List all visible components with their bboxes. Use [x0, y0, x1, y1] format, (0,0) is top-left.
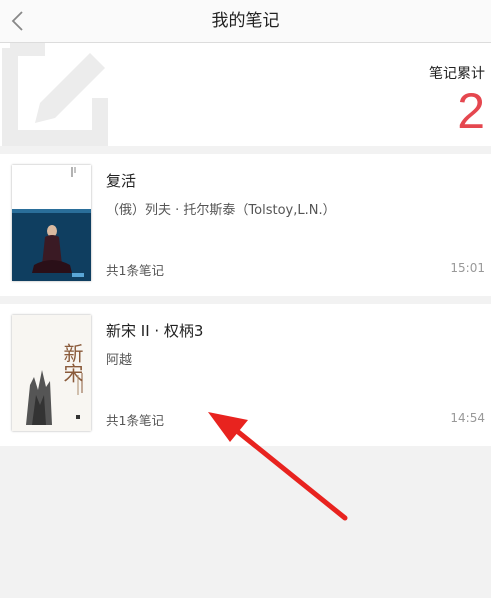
book-item[interactable]: 复活 （俄）列夫 · 托尔斯泰（Tolstoy,L.N.） 共1条笔记 15:0… [0, 154, 491, 296]
book-author: 阿越 [106, 353, 133, 368]
nav-bar: 我的笔记 [0, 0, 491, 43]
notes-total-label: 笔记累计 [429, 66, 485, 82]
book-title: 复活 [106, 172, 137, 190]
book-cover [12, 165, 91, 281]
book-author: （俄）列夫 · 托尔斯泰（Tolstoy,L.N.） [106, 203, 336, 218]
notes-total-count: 2 [457, 83, 485, 139]
book-item[interactable]: 新宋 新宋 II · 权柄3 阿越 共1条笔记 14:54 [0, 304, 491, 446]
cover-title: 新宋 [60, 343, 84, 383]
book-cover: 新宋 [12, 315, 91, 431]
note-time: 15:01 [450, 261, 485, 275]
note-count: 共1条笔记 [106, 263, 164, 278]
note-edit-icon [2, 43, 108, 146]
note-time: 14:54 [450, 411, 485, 425]
note-count: 共1条笔记 [106, 413, 164, 428]
page-title: 我的笔记 [211, 11, 280, 31]
book-title: 新宋 II · 权柄3 [106, 322, 204, 340]
notes-summary: 笔记累计 2 [0, 43, 491, 146]
